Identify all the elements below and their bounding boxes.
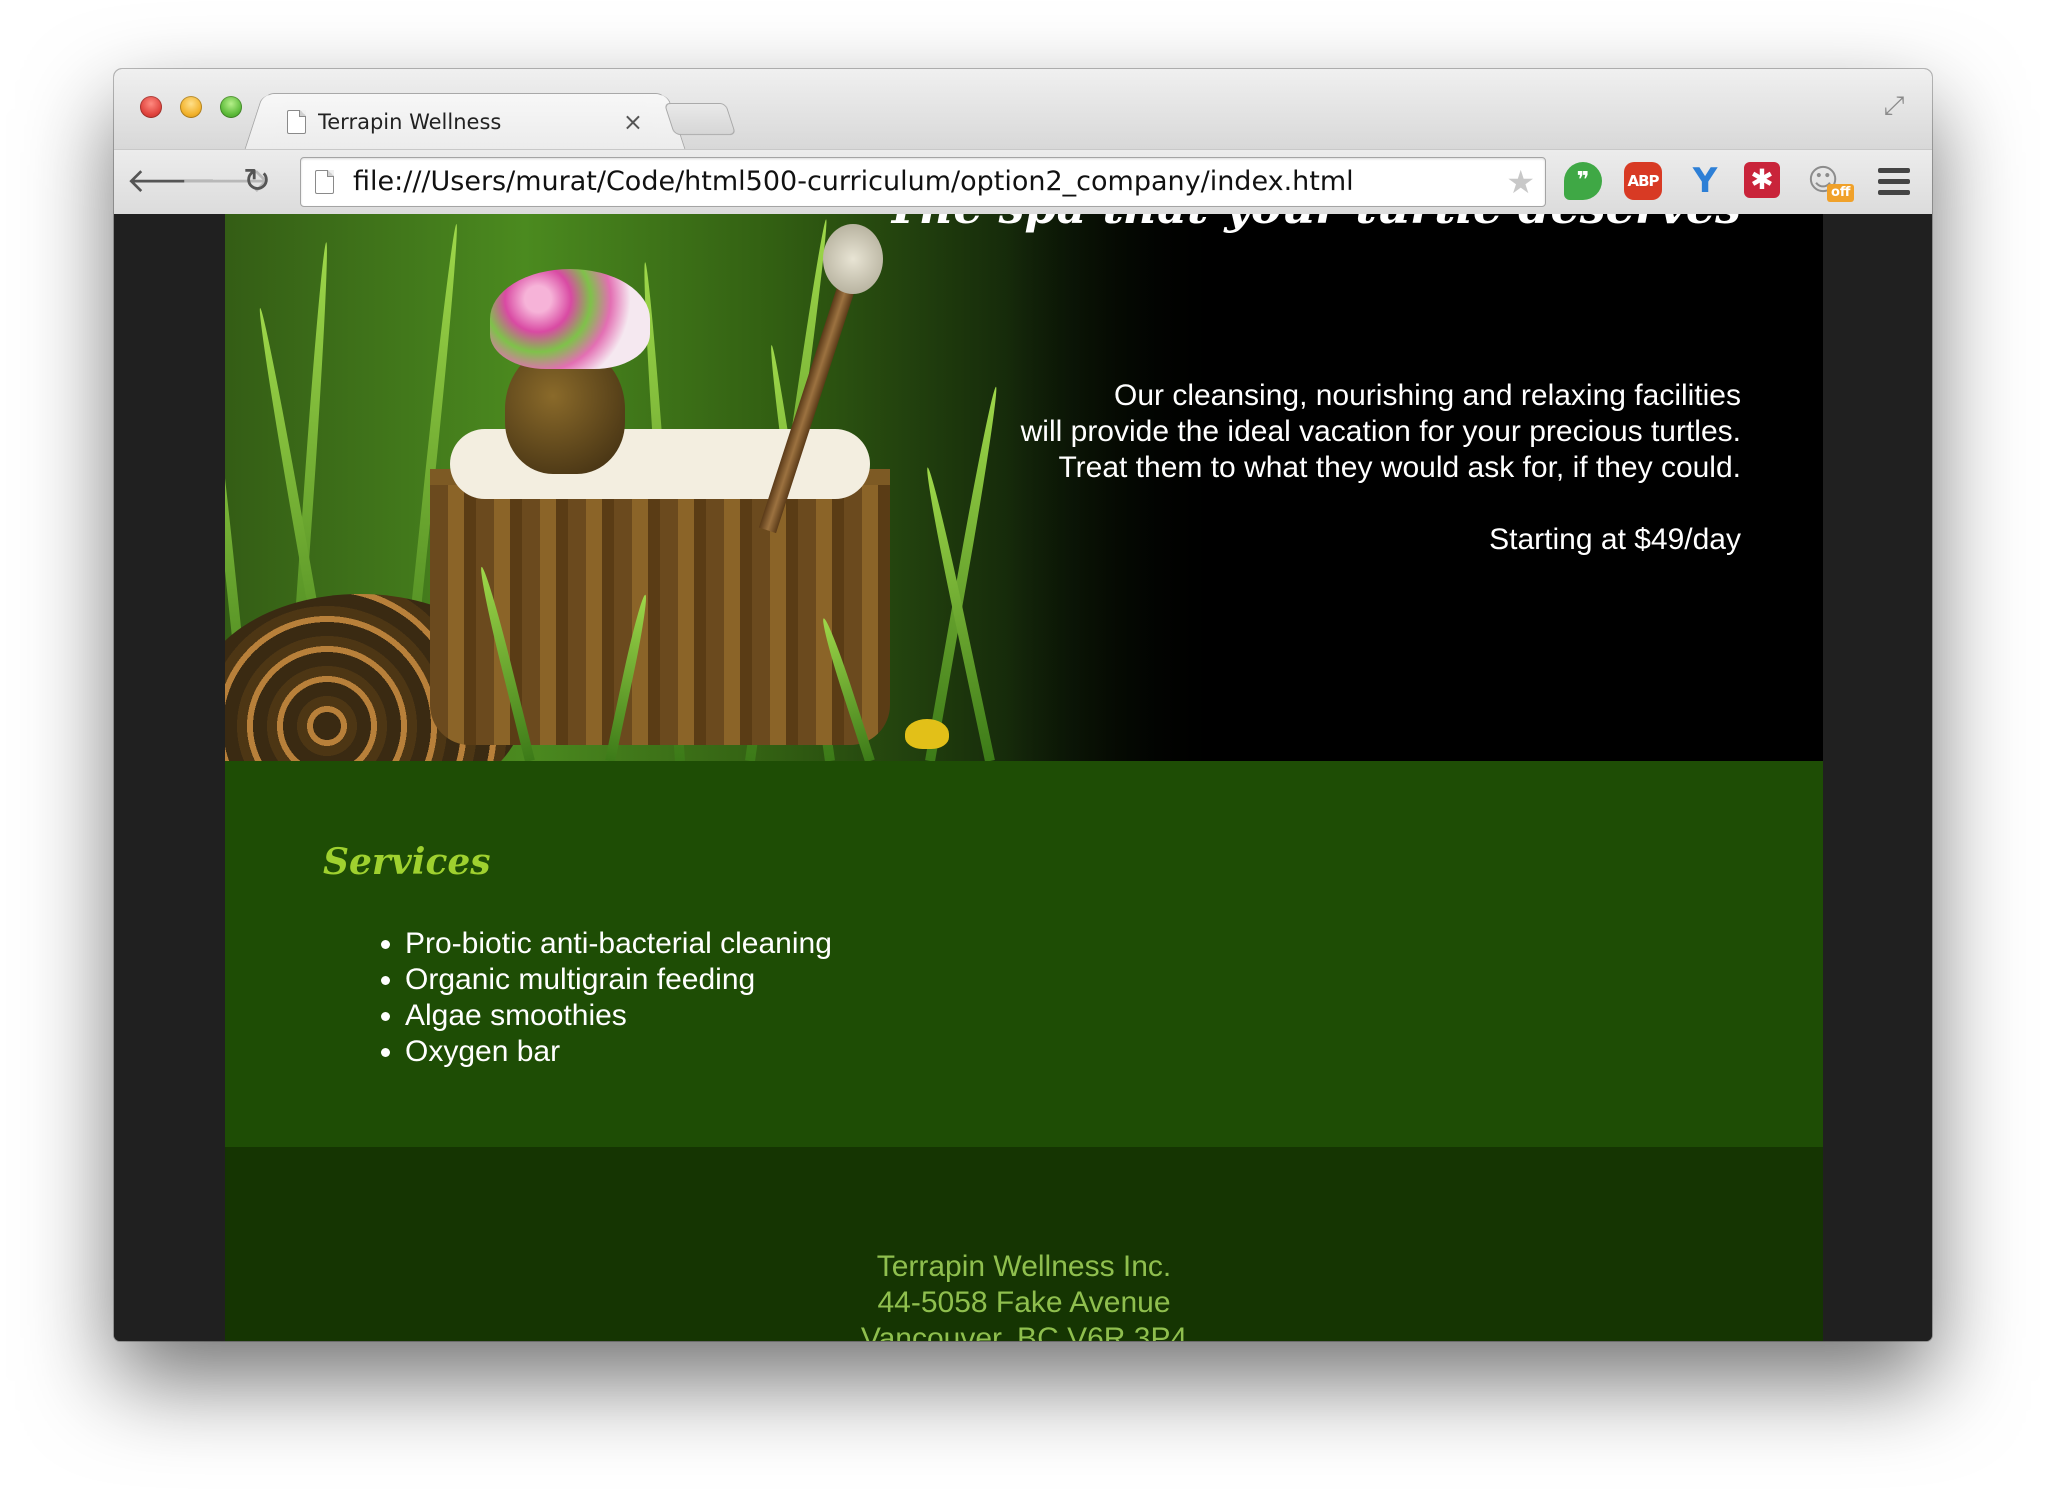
service-item: Pro-biotic anti-bacterial cleaning — [405, 926, 832, 962]
browser-menu-icon[interactable] — [1878, 168, 1910, 196]
hero-description-line: will provide the ideal vacation for your… — [1020, 415, 1741, 448]
hero-tagline: The spa that your turtle deserves — [886, 214, 1741, 234]
browser-tab[interactable]: Terrapin Wellness × — [264, 93, 666, 150]
browser-window: Terrapin Wellness × ⤢ 🡐 🡒 ↻ file:///User… — [114, 69, 1932, 1341]
services-section: Services Pro-biotic anti-bacterial clean… — [225, 761, 1823, 1147]
hero-price: Starting at $49/day — [1489, 523, 1741, 556]
forward-button[interactable]: 🡒 — [180, 158, 271, 204]
back-button[interactable]: 🡐 — [126, 158, 217, 204]
adblock-plus-extension-icon[interactable]: ABP — [1624, 162, 1662, 200]
reload-button[interactable]: ↻ — [234, 158, 280, 204]
browser-toolbar: 🡐 🡒 ↻ file:///Users/murat/Code/html500-c… — [114, 149, 1932, 214]
footer-street: 44-5058 Fake Avenue — [877, 1286, 1171, 1319]
service-item: Algae smoothies — [405, 998, 832, 1034]
minimize-window-button[interactable] — [180, 96, 202, 118]
close-window-button[interactable] — [140, 96, 162, 118]
service-item: Oxygen bar — [405, 1034, 832, 1070]
filter-extension-icon[interactable]: Y — [1686, 162, 1724, 200]
page-footer: Terrapin Wellness Inc. 44-5058 Fake Aven… — [225, 1147, 1823, 1341]
hero-description-line: Our cleansing, nourishing and relaxing f… — [1113, 379, 1741, 412]
hero-description-line: Treat them to what they would ask for, i… — [1058, 451, 1741, 484]
hangouts-extension-icon[interactable]: ❞ — [1564, 162, 1602, 200]
address-bar[interactable]: file:///Users/murat/Code/html500-curricu… — [300, 157, 1546, 207]
bookmark-star-icon[interactable]: ★ — [1506, 164, 1535, 200]
hero-section: The spa that your turtle deserves Our cl… — [225, 214, 1823, 761]
tab-close-icon[interactable]: × — [623, 108, 643, 136]
footer-address: Terrapin Wellness Inc. 44-5058 Fake Aven… — [225, 1249, 1823, 1341]
tab-title: Terrapin Wellness — [318, 110, 502, 134]
footer-city: Vancouver, BC V6R 3P4 — [860, 1322, 1188, 1341]
ghostery-off-badge: off — [1827, 184, 1855, 202]
page-icon — [287, 110, 306, 134]
zoom-window-button[interactable] — [220, 96, 242, 118]
footer-company-name: Terrapin Wellness Inc. — [876, 1250, 1172, 1283]
page-viewport[interactable]: The spa that your turtle deserves Our cl… — [114, 214, 1932, 1341]
hero-description: Our cleansing, nourishing and relaxing f… — [1021, 378, 1741, 486]
url-text[interactable]: file:///Users/murat/Code/html500-curricu… — [353, 158, 1354, 206]
fullscreen-icon[interactable]: ⤢ — [1878, 89, 1910, 121]
services-heading: Services — [323, 841, 491, 883]
new-tab-button[interactable] — [663, 103, 737, 135]
page-icon — [315, 170, 334, 194]
turtle-spa-image — [225, 214, 1225, 761]
lastpass-extension-icon[interactable]: ✱ — [1744, 162, 1780, 198]
services-list: Pro-biotic anti-bacterial cleaning Organ… — [375, 926, 832, 1070]
service-item: Organic multigrain feeding — [405, 962, 832, 998]
browser-chrome: Terrapin Wellness × ⤢ 🡐 🡒 ↻ file:///User… — [114, 69, 1932, 215]
page-content: The spa that your turtle deserves Our cl… — [225, 214, 1823, 1341]
